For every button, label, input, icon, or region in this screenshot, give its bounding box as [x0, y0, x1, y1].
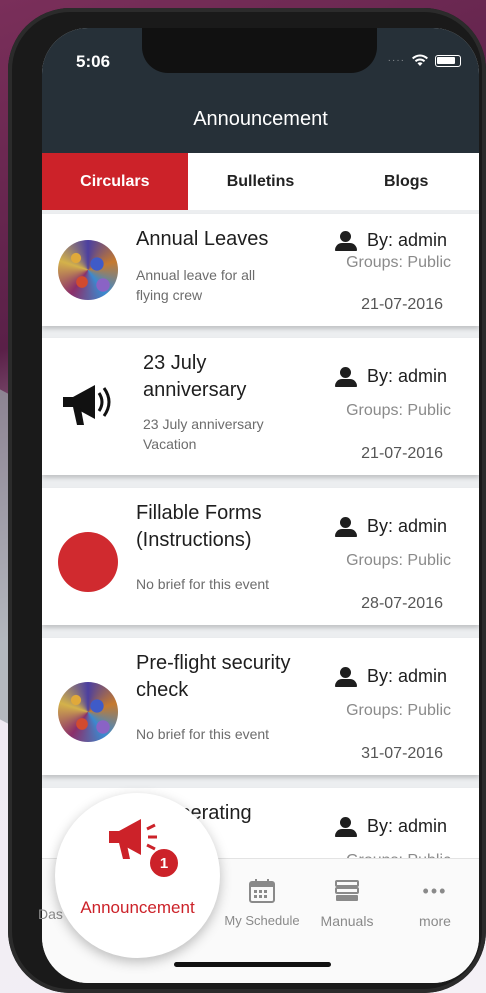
item-groups: Groups: Public [346, 702, 451, 719]
nav-more[interactable]: ••• more [395, 877, 475, 930]
author-label: By: admin [366, 816, 447, 836]
item-groups: Groups: Public [346, 552, 451, 569]
megaphone-icon [58, 374, 118, 434]
item-groups: Groups: Public [346, 402, 451, 419]
more-dots-icon: ••• [422, 880, 448, 901]
pattern-image [58, 240, 118, 300]
wifi-icon [412, 54, 428, 66]
person-icon [334, 666, 357, 687]
nav-my-schedule[interactable]: My Schedule [222, 877, 302, 928]
nav-announcement[interactable]: 1 Announcement [55, 793, 220, 958]
signal-icon: ···· [387, 55, 405, 66]
item-date: 31-07-2016 [361, 745, 443, 762]
nav-manuals[interactable]: Manuals [307, 877, 387, 929]
list-item[interactable]: Fillable Forms (Instructions) No brief f… [42, 488, 479, 625]
books-icon [307, 877, 387, 905]
item-date: 21-07-2016 [361, 296, 443, 313]
item-date: 28-07-2016 [361, 595, 443, 612]
nav-label: My Schedule [224, 913, 300, 928]
nav-label: more [419, 913, 451, 929]
list-item[interactable]: 23 July anniversary 23 July anniversary … [42, 338, 479, 475]
status-time: 5:06 [76, 52, 111, 71]
item-brief: Annual leave for all flying crew [136, 267, 256, 303]
person-icon [334, 816, 357, 837]
tab-blogs[interactable]: Blogs [333, 153, 479, 210]
red-circle [58, 532, 118, 592]
app-header: 5:06 ···· Announcement [42, 28, 479, 153]
list-item[interactable]: Pre-flight security check No brief for t… [42, 638, 479, 775]
person-icon [334, 230, 357, 251]
author-label: By: admin [366, 516, 447, 536]
person-icon [334, 366, 357, 387]
item-author: By: admin [334, 230, 447, 251]
list-item[interactable]: Annual Leaves Annual leave for all flyin… [42, 214, 479, 326]
item-groups: Groups: Public [346, 254, 451, 271]
device-notch [142, 28, 377, 73]
calendar-icon [222, 877, 302, 905]
item-author: By: admin [334, 816, 447, 837]
item-title: Fillable Forms (Instructions) [136, 502, 262, 551]
tab-bar: Circulars Bulletins Blogs [42, 153, 479, 210]
home-indicator [174, 962, 331, 967]
item-brief: 23 July anniversary Vacation [143, 416, 264, 452]
tab-bulletins[interactable]: Bulletins [188, 153, 334, 210]
pattern-image [58, 682, 118, 742]
status-icons: ···· [388, 54, 461, 67]
battery-icon [435, 54, 461, 67]
page-title: Announcement [193, 108, 328, 130]
item-brief: No brief for this event [136, 576, 270, 592]
notification-badge: 1 [148, 847, 180, 879]
tab-circulars[interactable]: Circulars [42, 153, 188, 210]
item-author: By: admin [334, 666, 447, 687]
item-title: Annual Leaves [136, 228, 269, 250]
nav-label: Announcement [80, 898, 195, 917]
item-brief: No brief for this event [136, 726, 270, 742]
nav-label: Manuals [320, 913, 374, 929]
author-label: By: admin [366, 230, 447, 250]
person-icon [334, 516, 357, 537]
item-author: By: admin [334, 516, 447, 537]
item-author: By: admin [334, 366, 447, 387]
item-date: 21-07-2016 [361, 445, 443, 462]
author-label: By: admin [366, 366, 447, 386]
item-title: Pre-flight security check [136, 652, 291, 701]
item-title: 23 July anniversary [143, 352, 247, 401]
author-label: By: admin [366, 666, 447, 686]
